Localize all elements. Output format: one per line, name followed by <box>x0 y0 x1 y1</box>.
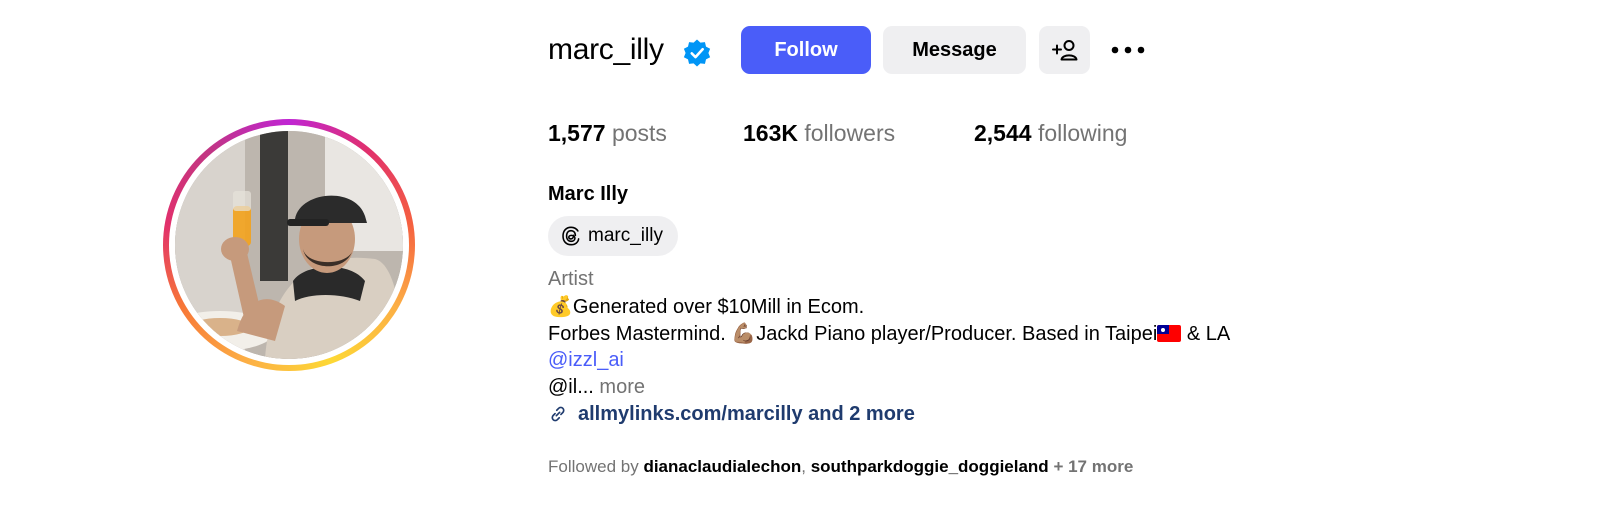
posts-count: 1,577 <box>548 120 606 146</box>
followers-stat[interactable]: 163K followers <box>743 117 895 149</box>
bio-line-4: @il... more <box>548 373 645 401</box>
bio-line-2: Forbes Mastermind. 💪🏽Jackd Piano player/… <box>548 319 1230 348</box>
more-options-button[interactable] <box>1108 36 1148 64</box>
flexed-biceps-emoji: 💪🏽 <box>731 321 757 345</box>
profile-full-name: Marc Illy <box>548 183 629 205</box>
avatar-story-ring[interactable] <box>163 119 415 371</box>
followers-count: 163K <box>743 120 798 146</box>
mutual-follower-link[interactable]: dianaclaudialechon <box>643 457 801 476</box>
taiwan-flag-icon <box>1157 325 1182 342</box>
following-count: 2,544 <box>974 120 1032 146</box>
avatar-photo <box>175 131 403 359</box>
more-options-icon <box>1111 46 1145 54</box>
threads-badge-button[interactable]: marc_illy <box>548 216 678 256</box>
external-link[interactable]: allmylinks.com/marcilly and 2 more <box>548 400 915 428</box>
bio-more-button[interactable]: more <box>599 376 645 398</box>
follow-button[interactable]: Follow <box>741 26 871 74</box>
bio-line-1: 💰Generated over $10Mill in Ecom. <box>548 292 864 321</box>
followed-by-separator: , <box>801 457 806 476</box>
mutual-follower-link[interactable]: southparkdoggie_doggieland <box>811 457 1049 476</box>
bio-line-2-text-a: Forbes Mastermind. <box>548 323 732 345</box>
posts-stat: 1,577 posts <box>548 117 667 149</box>
add-user-icon <box>1051 40 1077 61</box>
followers-label: followers <box>804 120 896 146</box>
bio-line-1-text: Generated over $10Mill in Ecom. <box>572 296 865 318</box>
bio-line-2-text-b: Jackd Piano player/Producer. Based in Ta… <box>756 323 1158 345</box>
posts-label: posts <box>611 120 667 146</box>
more-mutual-followers-link[interactable]: + 17 more <box>1053 457 1133 476</box>
followed-by-prefix: Followed by <box>548 457 639 476</box>
profile-category: Artist <box>548 268 594 290</box>
avatar[interactable] <box>175 131 403 359</box>
followed-by: Followed by dianaclaudialechon, southpar… <box>548 455 1133 479</box>
following-stat[interactable]: 2,544 following <box>974 117 1127 149</box>
external-link-text: allmylinks.com/marcilly and 2 more <box>578 403 915 425</box>
bio-line-4-text: @il... <box>548 376 594 398</box>
bio-line-2-text-c: & LA <box>1181 323 1231 345</box>
bio-mention-link[interactable]: @izzl_ai <box>548 346 624 374</box>
threads-handle: marc_illy <box>588 225 663 246</box>
following-label: following <box>1037 120 1128 146</box>
verified-badge-icon <box>683 39 711 67</box>
money-bag-emoji: 💰 <box>548 294 573 318</box>
suggest-similar-button[interactable] <box>1039 26 1090 74</box>
link-icon <box>551 406 565 422</box>
profile-username: marc_illy <box>548 33 664 66</box>
message-button[interactable]: Message <box>883 26 1026 74</box>
threads-icon <box>562 226 580 246</box>
